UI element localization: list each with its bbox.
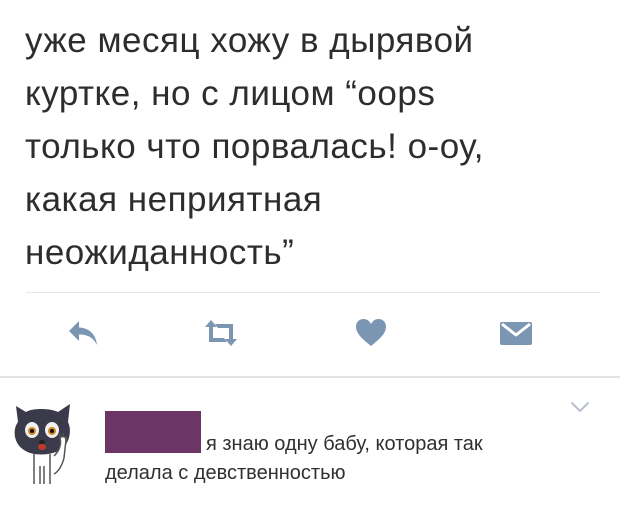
direct-message-icon [500, 322, 532, 345]
tweet-line: уже месяц хожу в дырявой [25, 21, 474, 60]
reply-icon [69, 321, 97, 345]
tweet-line: неожиданность” [25, 233, 295, 272]
avatar[interactable] [10, 396, 82, 488]
reply-text-line: делала с девственностью [105, 462, 346, 484]
tweet-line: куртке, но с лицом “oops [25, 74, 436, 113]
tweet-line: только что порвалась! о-оу, [25, 127, 484, 166]
reply-text: я знаю одну бабу, которая так делала с д… [105, 430, 605, 488]
retweet-icon [205, 320, 237, 346]
tweet-body: уже месяц хожу в дырявой куртке, но с ли… [25, 14, 605, 279]
tweet-divider [26, 292, 600, 293]
like-button[interactable] [351, 313, 391, 353]
cat-avatar-icon [14, 404, 70, 484]
heart-icon [356, 319, 386, 346]
direct-message-button[interactable] [496, 313, 536, 353]
tweet-actions-bar [0, 313, 620, 353]
chevron-down-icon[interactable] [570, 400, 590, 414]
reply-button[interactable] [65, 313, 105, 353]
retweet-button[interactable] [201, 313, 241, 353]
tweet-line: какая неприятная [25, 180, 323, 219]
reply-text-line: я знаю одну бабу, которая так [206, 433, 483, 455]
reply-item[interactable]: я знаю одну бабу, которая так делала с д… [0, 378, 620, 509]
